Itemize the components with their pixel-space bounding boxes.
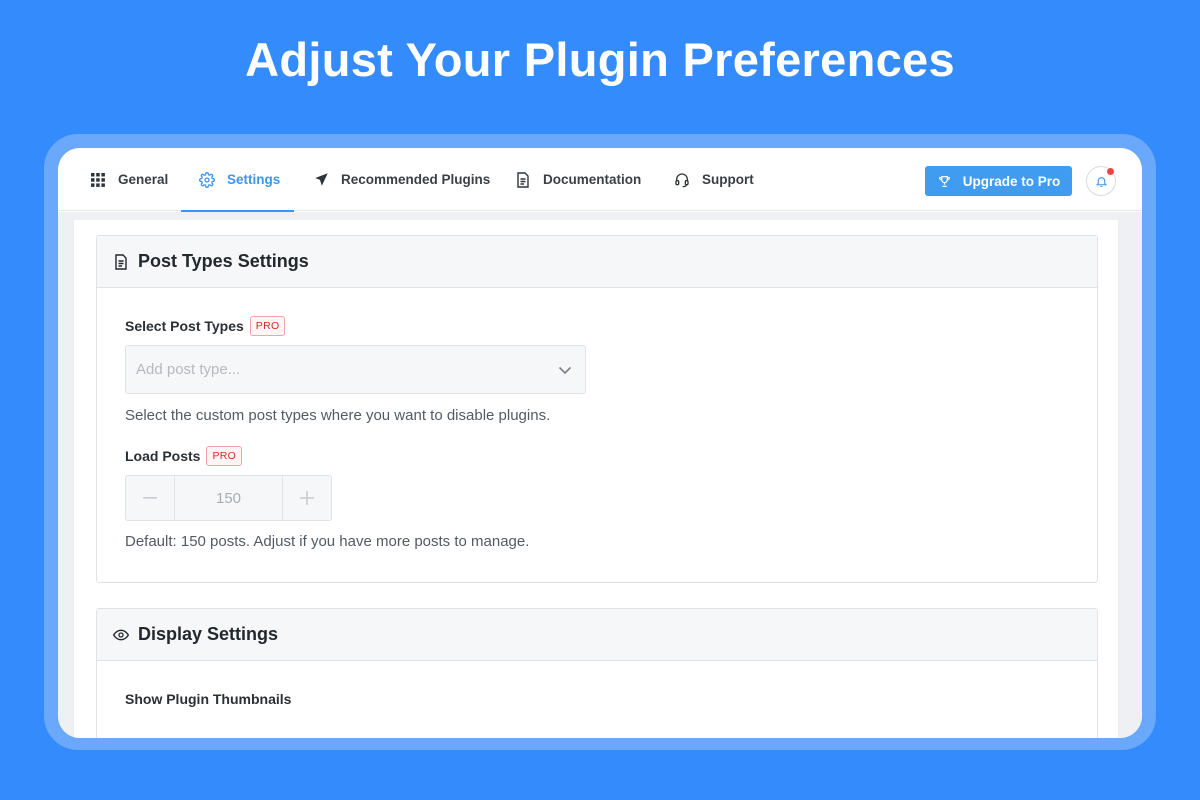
load-posts-label: Load Posts xyxy=(125,448,201,464)
upgrade-to-pro-button[interactable]: Upgrade to Pro xyxy=(925,166,1072,196)
tab-general-label: General xyxy=(118,172,169,187)
tab-settings-label: Settings xyxy=(227,172,281,187)
display-settings-body: Show Plugin Thumbnails xyxy=(97,691,1097,707)
settings-window: General Settings Recommended Plugins Doc… xyxy=(58,148,1142,738)
chevron-down-icon xyxy=(557,362,573,378)
eye-icon xyxy=(113,627,129,643)
load-posts-value[interactable]: 150 xyxy=(174,476,283,520)
post-types-settings-body: Select Post Types PRO Add post type... S… xyxy=(97,316,1097,550)
gear-icon xyxy=(199,171,215,188)
tab-recommended-plugins[interactable]: Recommended Plugins xyxy=(313,148,490,211)
pro-badge: PRO xyxy=(249,316,286,336)
select-post-types-label: Select Post Types xyxy=(125,318,244,334)
load-posts-help: Default: 150 posts. Adjust if you have m… xyxy=(125,533,530,550)
decrement-button[interactable] xyxy=(126,476,174,520)
tab-general[interactable]: General xyxy=(90,148,168,211)
paper-plane-icon xyxy=(313,172,329,188)
tab-settings[interactable]: Settings xyxy=(180,148,295,212)
show-plugin-thumbnails-label: Show Plugin Thumbnails xyxy=(125,691,292,707)
load-posts-label-row: Load Posts PRO xyxy=(125,446,1069,466)
select-post-types-label-row: Select Post Types PRO xyxy=(125,316,1069,336)
notification-dot xyxy=(1107,168,1114,175)
trophy-icon xyxy=(937,173,953,189)
tab-documentation[interactable]: Documentation xyxy=(515,148,641,211)
tab-support-label: Support xyxy=(702,172,754,187)
display-settings-title: Display Settings xyxy=(138,624,279,644)
settings-panel: Post Types Settings Select Post Types PR… xyxy=(74,220,1118,738)
post-type-select-placeholder: Add post type... xyxy=(136,361,241,378)
tab-documentation-label: Documentation xyxy=(543,172,642,187)
post-types-settings-card: Post Types Settings Select Post Types PR… xyxy=(96,235,1098,583)
bell-icon xyxy=(1093,173,1109,189)
display-settings-card: Display Settings Show Plugin Thumbnails xyxy=(96,608,1098,738)
increment-button[interactable] xyxy=(283,476,331,520)
display-settings-header: Display Settings xyxy=(97,609,1097,661)
document-icon xyxy=(113,253,129,270)
document-icon xyxy=(515,171,531,188)
select-post-types-help: Select the custom post types where you w… xyxy=(125,407,551,424)
post-types-settings-header: Post Types Settings xyxy=(97,236,1097,288)
page-title: Adjust Your Plugin Preferences xyxy=(245,33,955,86)
top-nav: General Settings Recommended Plugins Doc… xyxy=(58,148,1142,212)
tab-support[interactable]: Support xyxy=(674,148,754,211)
content-area: Post Types Settings Select Post Types PR… xyxy=(58,212,1142,738)
upgrade-to-pro-label: Upgrade to Pro xyxy=(962,173,1061,189)
headset-icon xyxy=(674,172,690,188)
post-type-select[interactable]: Add post type... xyxy=(125,345,586,394)
notifications-button[interactable] xyxy=(1086,166,1116,196)
post-types-settings-title: Post Types Settings xyxy=(138,251,309,271)
tab-recommended-plugins-label: Recommended Plugins xyxy=(341,172,491,187)
grid-icon xyxy=(90,172,106,188)
pro-badge: PRO xyxy=(206,446,243,466)
load-posts-stepper: 150 xyxy=(125,475,332,521)
